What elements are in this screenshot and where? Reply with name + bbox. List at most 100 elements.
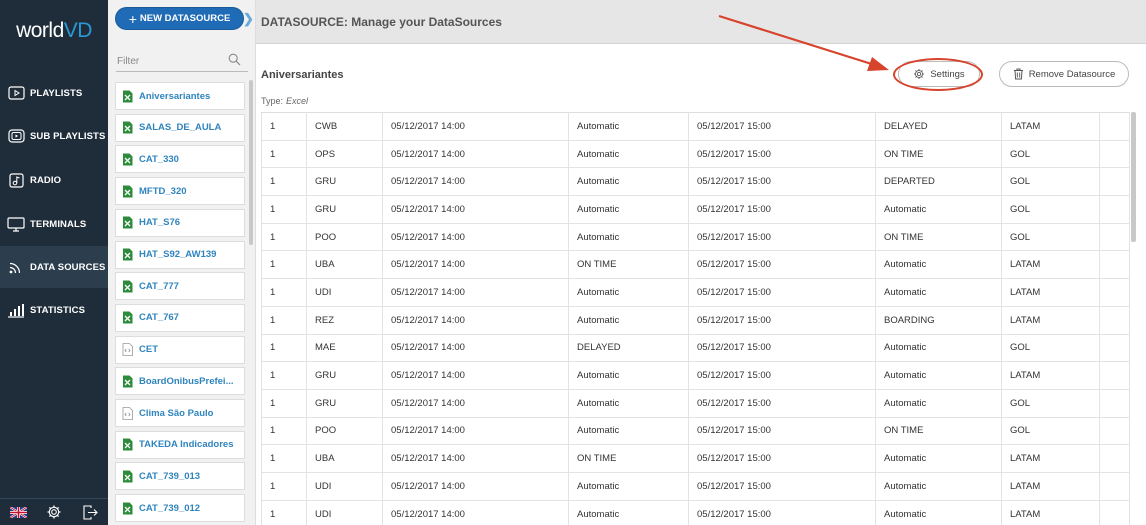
nav-label-terminals: TERMINALS [30, 218, 87, 230]
datasource-title: Aniversariantes [261, 69, 344, 81]
table-cell: 05/12/2017 15:00 [688, 444, 876, 473]
table-cell: 1 [261, 167, 307, 196]
table-cell: LATAM [1001, 305, 1100, 334]
table-cell [1099, 278, 1130, 307]
new-datasource-button[interactable]: + NEW DATASOURCE [115, 7, 244, 30]
table-cell: 05/12/2017 14:00 [382, 278, 569, 307]
main-navigation: worldVD PLAYLISTS SUB PLAYLISTS RADIO TE… [0, 0, 108, 525]
table-cell: MAE [306, 333, 383, 362]
table-cell: Automatic [568, 388, 689, 418]
table-scrollbar[interactable] [1131, 112, 1136, 242]
nav-item-radio[interactable]: RADIO [0, 159, 108, 201]
table-cell [1099, 333, 1130, 362]
table-cell: 1 [261, 278, 307, 307]
datasource-list-item[interactable]: CAT_767 [115, 303, 245, 332]
table-cell: 1 [261, 222, 307, 251]
type-value: Excel [286, 96, 309, 106]
table-cell: 05/12/2017 15:00 [688, 167, 876, 196]
trash-icon [1013, 68, 1024, 80]
table-cell: Automatic [568, 416, 689, 445]
table-cell: GOL [1001, 416, 1100, 445]
datasource-list-item[interactable]: Clima São Paulo [115, 399, 245, 427]
gear-icon[interactable] [42, 502, 66, 522]
table-row[interactable]: 1 UBA 05/12/2017 14:00 ON TIME 05/12/2017 15… [261, 250, 1130, 279]
table-cell [1099, 195, 1130, 224]
nav-item-statistics[interactable]: STATISTICS [0, 289, 108, 331]
table-row[interactable]: 1 GRU 05/12/2017 14:00 Automatic 05/12/2017 … [261, 167, 1130, 196]
table-cell: 1 [261, 444, 307, 473]
excel-file-icon [122, 216, 133, 229]
table-cell: Automatic [568, 167, 689, 196]
table-row[interactable]: 1 POO 05/12/2017 14:00 Automatic 05/12/2017 … [261, 416, 1130, 445]
remove-datasource-button[interactable]: Remove Datasource [999, 61, 1129, 87]
datasource-list-item[interactable]: BoardOnibusPrefei... [115, 367, 245, 396]
datasource-list-item[interactable]: MFTD_320 [115, 177, 245, 206]
table-cell: 05/12/2017 14:00 [382, 333, 569, 362]
playlist-icon [7, 85, 25, 101]
datasource-list-item[interactable]: Aniversariantes [115, 82, 245, 110]
datasource-list-item[interactable]: CAT_739_012 [115, 494, 245, 523]
table-cell: DELAYED [875, 112, 1002, 141]
table-cell [1099, 167, 1130, 196]
table-row[interactable]: 1 POO 05/12/2017 14:00 Automatic 05/12/2017 … [261, 222, 1130, 251]
datasource-list-item[interactable]: TAKEDA Indicadores [115, 430, 245, 459]
table-row[interactable]: 1 GRU 05/12/2017 14:00 Automatic 05/12/2017 … [261, 388, 1130, 418]
nav-label-data-sources: DATA SOURCES [30, 261, 106, 273]
datasource-list-item[interactable]: CET [115, 335, 245, 364]
page-header: DATASOURCE: Manage your DataSources [256, 0, 1146, 44]
table-row[interactable]: 1 UBA 05/12/2017 14:00 ON TIME 05/12/2017 15… [261, 444, 1130, 473]
worldvd-logo[interactable]: worldVD [0, 0, 108, 62]
table-row[interactable]: 1 UDI 05/12/2017 14:00 Automatic 05/12/2017 … [261, 278, 1130, 307]
table-cell: 05/12/2017 14:00 [382, 112, 569, 141]
table-row[interactable]: 1 MAE 05/12/2017 14:00 DELAYED 05/12/2017 15… [261, 333, 1130, 362]
table-row[interactable]: 1 GRU 05/12/2017 14:00 Automatic 05/12/2017 … [261, 195, 1130, 224]
datasource-list-item[interactable]: CAT_739_013 [115, 462, 245, 491]
table-cell: ON TIME [875, 416, 1002, 445]
datasource-list-item[interactable]: HAT_S76 [115, 208, 245, 237]
nav-label-statistics: STATISTICS [30, 304, 86, 316]
table-cell: LATAM [1001, 444, 1100, 473]
list-scrollbar[interactable] [249, 80, 253, 245]
nav-item-terminals[interactable]: TERMINALS [0, 203, 108, 245]
main-content: DATASOURCE: Manage your DataSources Aniv… [256, 0, 1146, 525]
table-row[interactable]: 1 CWB 05/12/2017 14:00 Automatic 05/12/2017 … [261, 112, 1130, 141]
datasource-list-item[interactable]: SALAS_DE_AULA [115, 113, 245, 142]
datasource-list-item[interactable]: HAT_S92_AW139 [115, 240, 245, 269]
collapse-panel-icon[interactable]: ❯ [243, 11, 254, 27]
nav-item-sub-playlists[interactable]: SUB PLAYLISTS [0, 115, 108, 157]
excel-file-icon [122, 280, 133, 293]
table-cell: GOL [1001, 333, 1100, 362]
table-cell: LATAM [1001, 112, 1100, 141]
table-cell: Automatic [875, 444, 1002, 473]
table-row[interactable]: 1 UDI 05/12/2017 14:00 Automatic 05/12/2017 … [261, 499, 1130, 525]
settings-button[interactable]: Settings [898, 61, 980, 87]
table-cell: 1 [261, 139, 307, 168]
table-cell: 05/12/2017 14:00 [382, 305, 569, 334]
search-icon[interactable] [228, 53, 242, 67]
table-row[interactable]: 1 OPS 05/12/2017 14:00 Automatic 05/12/2017 … [261, 139, 1130, 168]
table-cell: Automatic [875, 195, 1002, 224]
excel-file-icon [122, 502, 133, 515]
table-cell: GRU [306, 388, 383, 418]
table-cell: Automatic [875, 471, 1002, 501]
table-cell: 05/12/2017 15:00 [688, 278, 876, 307]
excel-file-icon [122, 248, 133, 261]
table-row[interactable]: 1 REZ 05/12/2017 14:00 Automatic 05/12/2017 … [261, 305, 1130, 334]
table-row[interactable]: 1 UDI 05/12/2017 14:00 Automatic 05/12/2017 … [261, 471, 1130, 501]
table-cell: ON TIME [875, 139, 1002, 168]
table-cell: 05/12/2017 15:00 [688, 195, 876, 224]
table-cell: UBA [306, 444, 383, 473]
datasource-list-item[interactable]: CAT_777 [115, 272, 245, 301]
datasource-data-table: 1 CWB 05/12/2017 14:00 Automatic 05/12/2017 … [261, 112, 1130, 525]
uk-flag-icon[interactable] [6, 502, 30, 522]
table-cell: LATAM [1001, 499, 1100, 525]
excel-file-icon [122, 311, 133, 324]
table-cell: GRU [306, 361, 383, 390]
table-cell: UBA [306, 250, 383, 279]
logout-icon[interactable] [78, 502, 102, 522]
datasource-list-item[interactable]: CAT_330 [115, 145, 245, 174]
table-row[interactable]: 1 GRU 05/12/2017 14:00 Automatic 05/12/2017 … [261, 361, 1130, 390]
nav-item-data-sources[interactable]: DATA SOURCES [0, 246, 108, 288]
table-cell: 1 [261, 416, 307, 445]
nav-item-playlists[interactable]: PLAYLISTS [0, 72, 108, 114]
